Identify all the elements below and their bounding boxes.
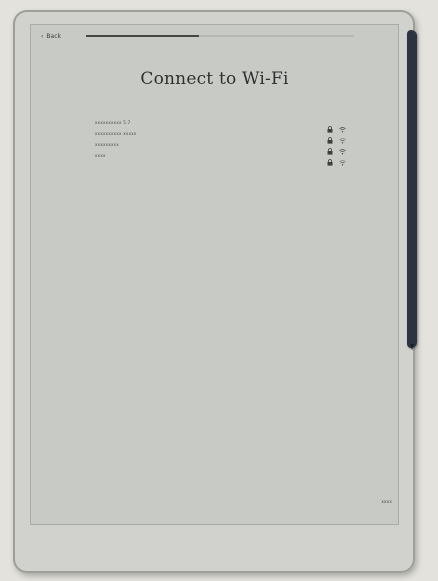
network-item[interactable]: xxxxxxxxxx xxxxx [95,128,346,144]
network-item[interactable]: xxxx [95,150,346,166]
network-list: xxxxxxxxxx 5.7 xxxxxxxxxx xxxxx xxxxxxxxx x… [95,117,346,166]
lock-icon [327,118,333,133]
top-bar: ‹ Back [31,25,398,47]
lock-icon [327,151,333,166]
network-name: xxxxxxxxxx xxxxx [95,131,137,136]
chevron-left-icon: ‹ [41,32,44,40]
setup-progress-fill [86,35,199,37]
wifi-icon [339,151,346,166]
setup-progress-bar [86,35,354,37]
wifi-icon [339,118,346,133]
network-item[interactable]: xxxxxxxxx [95,139,346,155]
network-status-icons [327,140,346,155]
network-status-icons [327,151,346,166]
network-name: xxxx [95,153,106,158]
network-item[interactable]: xxxxxxxxxx 5.7 [95,117,346,133]
network-status-icons [327,129,346,144]
page-title: Connect to Wi-Fi [140,69,289,89]
lock-icon [327,140,333,155]
next-button[interactable]: xxxx [381,499,392,504]
network-name: xxxxxxxxxx 5.7 [95,120,131,125]
lock-icon [327,129,333,144]
stylus-pen [407,30,417,348]
wifi-icon [339,129,346,144]
back-label: Back [46,32,61,40]
screen: ‹ Back Connect to Wi-Fi xxxxxxxxxx 5.7 xx… [30,24,399,525]
network-status-icons [327,118,346,133]
stylus-tip [410,344,414,350]
wifi-icon [339,140,346,155]
network-name: xxxxxxxxx [95,142,120,147]
back-button[interactable]: ‹ Back [41,31,61,41]
